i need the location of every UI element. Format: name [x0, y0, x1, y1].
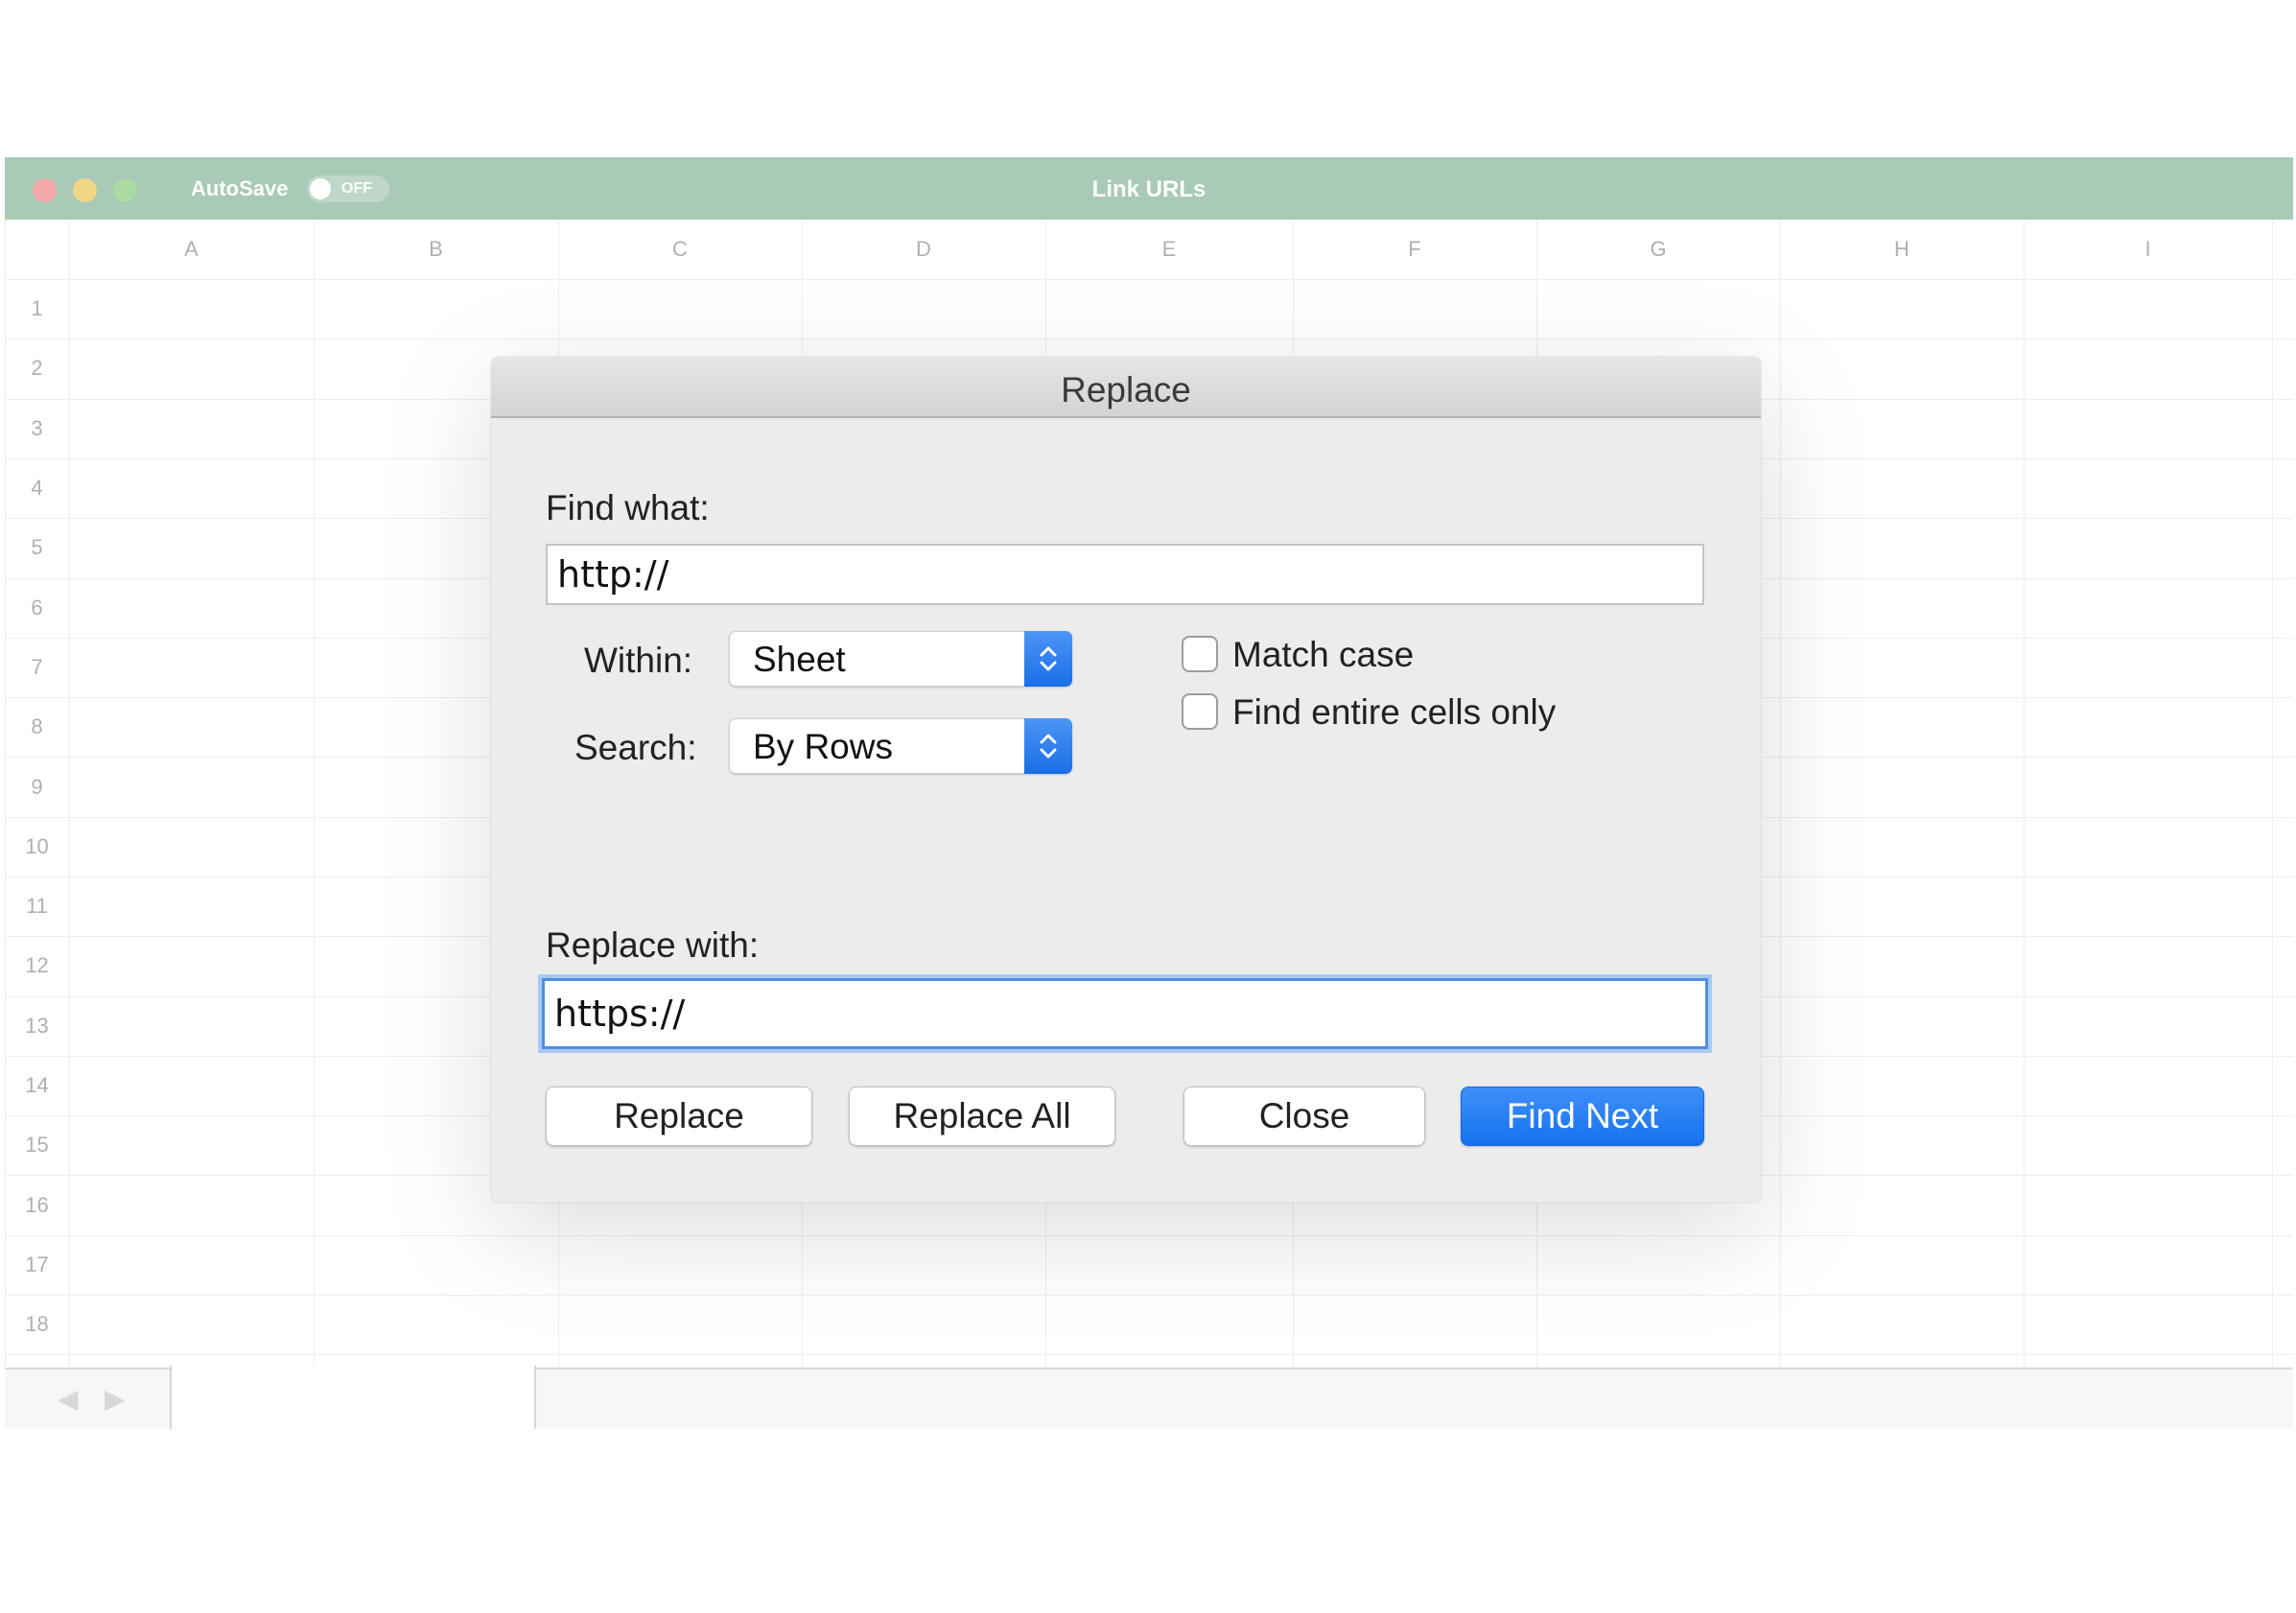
column-header[interactable]: E — [1045, 220, 1293, 279]
entire-cells-checkbox[interactable] — [1182, 693, 1218, 730]
column-header[interactable]: H — [1780, 220, 2024, 279]
row-header[interactable]: 15 — [5, 1115, 69, 1175]
row-header[interactable]: 7 — [5, 638, 69, 697]
replace-all-button[interactable]: Replace All — [849, 1087, 1115, 1146]
chevron-left-icon[interactable]: ◀ — [58, 1383, 79, 1414]
grid-column-line — [1780, 220, 1781, 1368]
chevron-right-icon[interactable]: ▶ — [105, 1383, 126, 1414]
match-case-checkbox[interactable] — [1182, 636, 1218, 672]
dialog-title: Replace — [1061, 370, 1191, 409]
grid-row-line — [5, 1354, 2293, 1355]
replace-with-input[interactable]: https:// — [542, 978, 1708, 1049]
column-header[interactable]: I — [2024, 220, 2272, 279]
column-header[interactable]: C — [558, 220, 802, 279]
within-value: Sheet — [753, 640, 846, 679]
row-header[interactable]: 16 — [5, 1176, 69, 1235]
find-what-input[interactable]: http:// — [546, 544, 1704, 605]
column-header[interactable]: D — [802, 220, 1045, 279]
column-header[interactable]: G — [1536, 220, 1780, 279]
search-value: By Rows — [753, 727, 893, 766]
grid-row-line — [5, 1235, 2293, 1236]
replace-button[interactable]: Replace — [546, 1087, 812, 1146]
row-header[interactable]: 14 — [5, 1056, 69, 1115]
row-header[interactable]: 8 — [5, 697, 69, 757]
row-header[interactable]: 3 — [5, 399, 69, 458]
row-header[interactable]: 6 — [5, 578, 69, 638]
replace-with-label: Replace with: — [546, 925, 760, 965]
row-header[interactable]: 1 — [5, 279, 69, 339]
column-header[interactable]: A — [69, 220, 314, 279]
grid-column-line — [314, 220, 315, 1368]
entire-cells-label: Find entire cells only — [1232, 692, 1557, 732]
column-header[interactable]: F — [1293, 220, 1536, 279]
find-what-label: Find what: — [546, 488, 710, 527]
stepper-icon — [1024, 631, 1072, 687]
row-header[interactable]: 17 — [5, 1235, 69, 1295]
grid-row-line — [5, 1295, 2293, 1296]
window-titlebar: AutoSave OFF Link URLs — [5, 157, 2293, 220]
close-button[interactable]: Close — [1183, 1087, 1425, 1146]
row-header[interactable]: 11 — [5, 877, 69, 936]
grid-column-line — [2024, 220, 2025, 1368]
grid-column-line — [2272, 220, 2273, 1368]
search-select[interactable]: By Rows — [729, 718, 1072, 774]
grid-column-line — [69, 220, 70, 1368]
search-label: Search: — [574, 728, 697, 767]
match-case-label: Match case — [1232, 635, 1415, 674]
sheet-tab-bar: ◀ ▶ — [5, 1366, 2293, 1429]
header-divider — [5, 279, 2293, 280]
stepper-icon — [1024, 718, 1072, 774]
row-header[interactable]: 18 — [5, 1295, 69, 1354]
within-label: Within: — [584, 641, 693, 680]
find-next-button[interactable]: Find Next — [1461, 1087, 1704, 1146]
column-header[interactable]: B — [314, 220, 558, 279]
within-select[interactable]: Sheet — [729, 631, 1072, 687]
dialog-titlebar: Replace — [491, 357, 1761, 418]
row-header[interactable]: 2 — [5, 339, 69, 398]
row-header[interactable]: 4 — [5, 458, 69, 518]
row-header[interactable]: 10 — [5, 817, 69, 877]
sheet-tab[interactable] — [170, 1366, 536, 1429]
replace-dialog: Replace Find what: http:// Within: Sheet… — [491, 357, 1761, 1203]
row-header[interactable]: 5 — [5, 518, 69, 577]
row-header[interactable]: 13 — [5, 996, 69, 1056]
row-header[interactable]: 12 — [5, 936, 69, 995]
window-title: Link URLs — [1091, 176, 1207, 202]
row-header[interactable]: 9 — [5, 757, 69, 816]
